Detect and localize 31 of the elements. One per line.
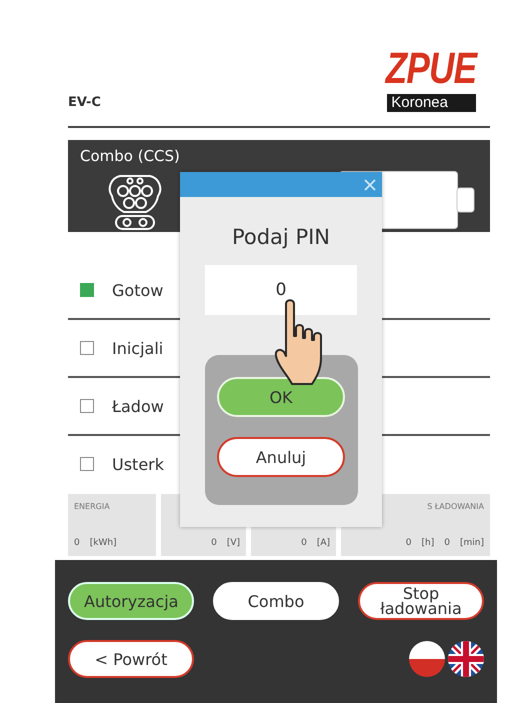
stat-value: 0 [406, 538, 412, 548]
status-label: Inicjali [112, 338, 164, 358]
stat-unit: [h] [422, 538, 434, 548]
status-label: Ładow [112, 396, 164, 416]
dialog-button[interactable]: OK [217, 377, 345, 417]
connector-name: Combo (CCS) [80, 147, 180, 165]
stat-value: 0 [74, 538, 80, 548]
action-button[interactable]: Autoryzacja [68, 582, 194, 620]
polish-flag-icon[interactable] [409, 641, 445, 677]
dialog-button[interactable]: Anuluj [217, 437, 345, 477]
stat-unit: [min] [460, 538, 484, 548]
action-button[interactable]: Combo [213, 582, 339, 620]
connector-icon [106, 172, 164, 230]
stat-unit: [A] [316, 538, 330, 548]
stat-value: 0 [444, 538, 450, 548]
status-label: Gotow [112, 280, 164, 300]
logo-wordmark: ZPUE [385, 46, 476, 92]
dialog-title: Podaj PIN [232, 225, 330, 249]
stat-unit: [V] [226, 538, 240, 548]
status-label: Usterk [112, 454, 164, 474]
uk-flag-icon[interactable] [448, 641, 484, 677]
stat-header: ENERGIA [74, 502, 110, 511]
action-button[interactable]: Stop ładowania [358, 582, 484, 620]
stat-value: 0 [301, 538, 307, 548]
logo-subtitle: Koronea [387, 94, 476, 112]
stat-unit: [kWh] [90, 538, 117, 548]
pin-field[interactable]: 0 [205, 265, 357, 315]
stat-header: S ŁADOWANIA [427, 502, 484, 511]
stat-value: 0 [211, 538, 217, 548]
back-button[interactable]: < Powrót [68, 640, 194, 678]
device-title: EV-C [68, 95, 101, 110]
